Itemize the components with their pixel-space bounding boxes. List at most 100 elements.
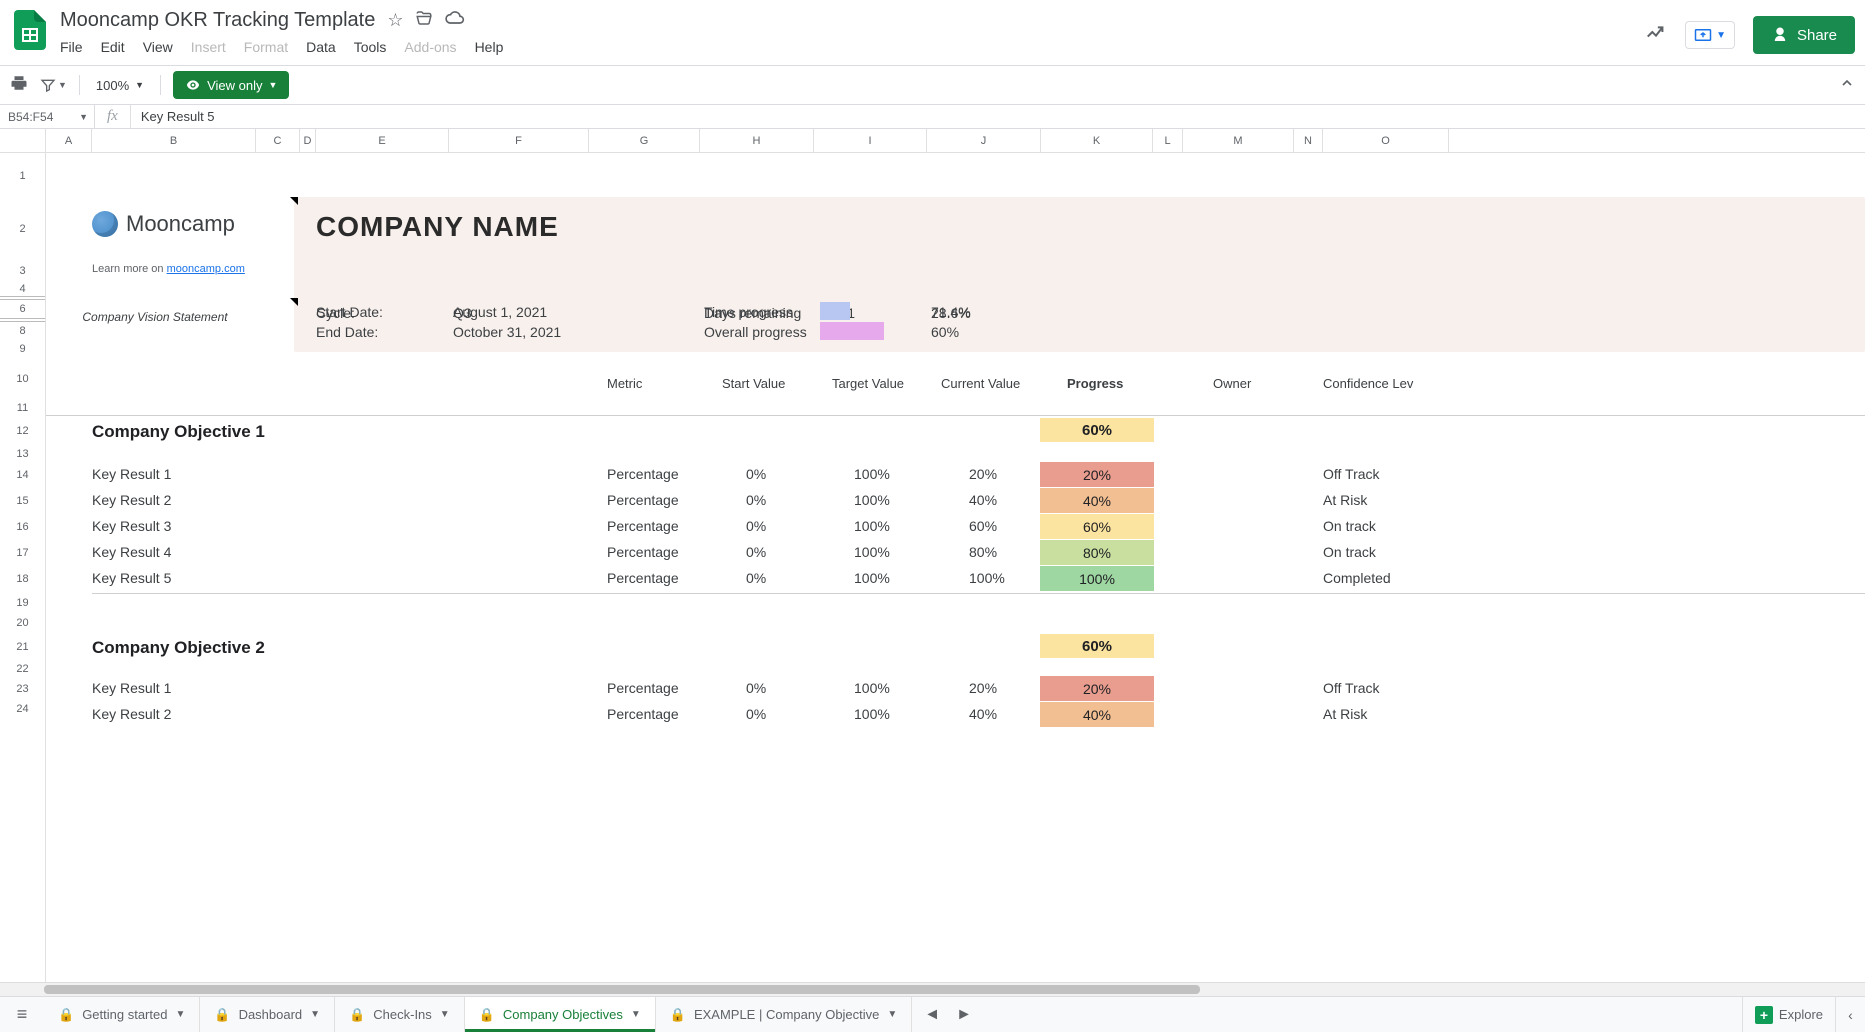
row-header-16[interactable]: 16: [0, 514, 45, 540]
tab-scroll-right-icon[interactable]: ►: [950, 1002, 978, 1028]
row-header-15[interactable]: 15: [0, 488, 45, 514]
chevron-down-icon: ▼: [269, 80, 278, 90]
side-panel-toggle-icon[interactable]: ‹: [1835, 997, 1865, 1032]
row-header-11[interactable]: 11: [0, 400, 45, 416]
move-to-folder-icon[interactable]: [415, 9, 433, 32]
zoom-select[interactable]: 100%▼: [92, 76, 148, 95]
company-name: COMPANY NAME: [316, 211, 559, 243]
mooncamp-link[interactable]: mooncamp.com: [167, 263, 245, 275]
row-header-21[interactable]: 21: [0, 632, 45, 662]
chevron-down-icon[interactable]: ▼: [175, 1009, 185, 1020]
title-bar: Mooncamp OKR Tracking Template ☆ File Edi…: [0, 0, 1865, 66]
row-header-13[interactable]: 13: [0, 446, 45, 462]
col-header-H[interactable]: H: [700, 129, 814, 152]
row-header-12[interactable]: 12: [0, 416, 45, 446]
row-header-14[interactable]: 14: [0, 462, 45, 488]
row-header-1[interactable]: 1: [0, 153, 45, 199]
row-header-2[interactable]: 2: [0, 199, 45, 259]
kr-progress: 20%: [1040, 676, 1154, 701]
objective-title: Company Objective 2: [92, 638, 265, 658]
select-all-corner[interactable]: [0, 129, 46, 152]
star-icon[interactable]: ☆: [387, 10, 403, 31]
title-right: ▼ Share: [1645, 16, 1855, 54]
col-header-O[interactable]: O: [1323, 129, 1449, 152]
horizontal-scrollbar[interactable]: [0, 982, 1865, 996]
sheet-tab-label: Check-Ins: [373, 1007, 432, 1022]
chevron-down-icon[interactable]: ▼: [310, 1009, 320, 1020]
row-header-4[interactable]: 4: [0, 283, 45, 296]
row-header-18[interactable]: 18: [0, 566, 45, 592]
row-header-19[interactable]: 19: [0, 592, 45, 614]
col-header-M[interactable]: M: [1183, 129, 1294, 152]
menu-data[interactable]: Data: [306, 39, 336, 55]
name-box[interactable]: B54:F54▼: [0, 105, 95, 128]
chevron-down-icon[interactable]: ▼: [631, 1009, 641, 1020]
kr-confidence: Off Track: [1323, 680, 1380, 696]
chevron-down-icon[interactable]: ▼: [440, 1009, 450, 1020]
filter-icon[interactable]: ▼: [40, 77, 67, 93]
menu-view[interactable]: View: [143, 39, 173, 55]
tab-scroll-left-icon[interactable]: ◄: [918, 1002, 946, 1028]
row-header-23[interactable]: 23: [0, 676, 45, 702]
kr-current: 20%: [969, 680, 997, 696]
view-only-button[interactable]: View only ▼: [173, 71, 289, 99]
sheet-tab-company-objectives[interactable]: 🔒Company Objectives▼: [465, 997, 656, 1032]
mooncamp-logo-icon: [92, 211, 118, 237]
col-header-G[interactable]: G: [589, 129, 700, 152]
menu-help[interactable]: Help: [475, 39, 504, 55]
row-header-10[interactable]: 10: [0, 358, 45, 400]
kr-current: 40%: [969, 706, 997, 722]
note-indicator: [290, 298, 298, 306]
col-header-A[interactable]: A: [46, 129, 92, 152]
sheet-tab-getting-started[interactable]: 🔒Getting started▼: [44, 997, 200, 1032]
row-header-8[interactable]: 8: [0, 322, 45, 340]
kr-current: 40%: [969, 492, 997, 508]
kr-start: 0%: [746, 492, 766, 508]
col-header-F[interactable]: F: [449, 129, 589, 152]
present-button[interactable]: ▼: [1685, 21, 1735, 49]
sheet-tab-dashboard[interactable]: 🔒Dashboard▼: [200, 997, 335, 1032]
menu-file[interactable]: File: [60, 39, 83, 55]
col-header-J[interactable]: J: [927, 129, 1041, 152]
col-header-I[interactable]: I: [814, 129, 927, 152]
explore-button[interactable]: + Explore: [1742, 997, 1835, 1032]
row-header-24[interactable]: 24: [0, 702, 45, 716]
kr-metric: Percentage: [607, 570, 679, 586]
activity-icon[interactable]: [1645, 21, 1667, 49]
fx-icon: fx: [95, 105, 131, 128]
collapse-toolbar-icon[interactable]: [1839, 75, 1855, 96]
kr-start: 0%: [746, 706, 766, 722]
share-button[interactable]: Share: [1753, 16, 1855, 54]
col-header-E[interactable]: E: [316, 129, 449, 152]
doc-title[interactable]: Mooncamp OKR Tracking Template: [60, 9, 375, 32]
row-header-6[interactable]: 6: [0, 300, 45, 318]
sheet-tab-example-company-objective[interactable]: 🔒EXAMPLE | Company Objective▼: [656, 997, 913, 1032]
row-header-17[interactable]: 17: [0, 540, 45, 566]
col-header-B[interactable]: B: [92, 129, 256, 152]
col-header-C[interactable]: C: [256, 129, 300, 152]
kr-confidence: Completed: [1323, 570, 1391, 586]
kr-confidence: At Risk: [1323, 706, 1367, 722]
row-header-22[interactable]: 22: [0, 662, 45, 676]
menu-tools[interactable]: Tools: [354, 39, 387, 55]
kr-start: 0%: [746, 518, 766, 534]
sheet-content[interactable]: MooncampLearn more on mooncamp.comCompan…: [46, 153, 1865, 982]
menu-edit[interactable]: Edit: [101, 39, 125, 55]
col-header-K[interactable]: K: [1041, 129, 1153, 152]
kr-start: 0%: [746, 680, 766, 696]
formula-input[interactable]: Key Result 5: [131, 109, 1865, 124]
row-header-9[interactable]: 9: [0, 340, 45, 358]
sheet-tab-check-ins[interactable]: 🔒Check-Ins▼: [335, 997, 465, 1032]
chevron-down-icon[interactable]: ▼: [887, 1009, 897, 1020]
print-icon[interactable]: [10, 74, 28, 97]
cloud-status-icon[interactable]: [445, 8, 465, 33]
col-header-N[interactable]: N: [1294, 129, 1323, 152]
row-header-3[interactable]: 3: [0, 259, 45, 283]
kr-name: Key Result 2: [92, 492, 171, 508]
kr-progress: 60%: [1040, 514, 1154, 539]
kr-progress: 100%: [1040, 566, 1154, 591]
col-header-L[interactable]: L: [1153, 129, 1183, 152]
all-sheets-icon[interactable]: ≡: [0, 1004, 44, 1025]
row-header-20[interactable]: 20: [0, 614, 45, 632]
col-header-D[interactable]: D: [300, 129, 316, 152]
